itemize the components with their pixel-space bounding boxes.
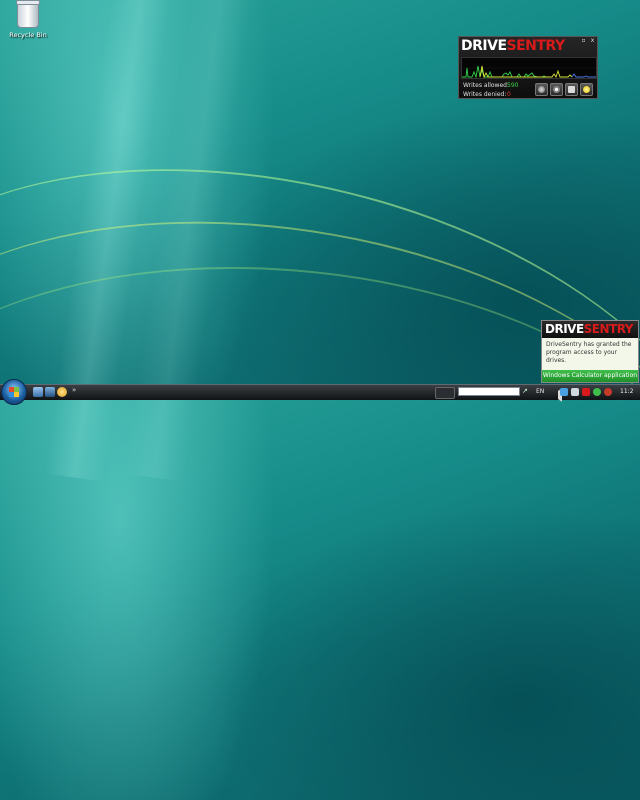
settings-gear-icon (553, 86, 560, 93)
writes-allowed-value: 590 (507, 82, 519, 89)
recycle-bin-icon (16, 0, 40, 28)
writes-denied-value: 0 (507, 91, 511, 98)
desktop-icon-label: Recycle Bin (9, 31, 47, 39)
notification-logo: DRIVESENTRY (545, 322, 634, 336)
quick-launch-overflow-button[interactable]: » (72, 386, 76, 394)
alert-icon[interactable] (604, 388, 612, 396)
switch-windows-icon[interactable] (45, 387, 55, 397)
ie-icon[interactable] (57, 387, 67, 397)
drivesentry-tray-icon[interactable] (582, 388, 590, 396)
drive-button[interactable] (565, 83, 578, 96)
drivesentry-notification[interactable]: DRIVESENTRY DriveSentry has granted the … (541, 320, 639, 391)
notification-header: DRIVESENTRY (542, 321, 638, 338)
notification-application[interactable]: Windows Calculator application file (542, 370, 638, 391)
gadget-close-button[interactable]: x (589, 37, 596, 44)
lightbulb-button[interactable] (580, 83, 593, 96)
writes-denied-row: Writes denied: 0 (463, 91, 511, 98)
desktop-icon-recycle-bin[interactable]: Recycle Bin (2, 0, 54, 39)
logo-text-drive: DRIVE (545, 322, 584, 336)
writes-allowed-label: Writes allowed: (463, 82, 509, 89)
writes-allowed-row: Writes allowed: 590 (463, 82, 518, 89)
monitor-icon (538, 86, 545, 93)
network-icon[interactable] (560, 388, 568, 396)
show-desktop-icon[interactable] (33, 387, 43, 397)
language-indicator[interactable]: EN (536, 388, 544, 395)
activity-graph (461, 57, 597, 79)
monitor-button[interactable] (535, 83, 548, 96)
taskbar: » ↗ EN 11:2 (0, 379, 640, 405)
writes-denied-label: Writes denied: (463, 91, 507, 98)
notification-message: DriveSentry has granted the program acce… (546, 341, 632, 364)
gadget-minimize-button[interactable]: ▫ (580, 37, 587, 44)
logo-text-sentry: SENTRY (583, 322, 634, 336)
logo-text-sentry: SENTRY (506, 38, 566, 54)
logo-text-drive: DRIVE (461, 38, 507, 54)
clock[interactable]: 11:2 (620, 388, 633, 395)
search-input[interactable] (458, 387, 520, 396)
drive-icon (568, 86, 575, 93)
search-go-icon[interactable]: ↗ (522, 387, 528, 395)
lightbulb-icon (583, 86, 590, 93)
windows-logo-icon (9, 387, 19, 397)
volume-icon[interactable] (571, 388, 579, 396)
taskbar-button[interactable] (435, 387, 455, 399)
settings-button[interactable] (550, 83, 563, 96)
start-button[interactable] (1, 379, 27, 405)
security-icon[interactable] (593, 388, 601, 396)
drivesentry-gadget[interactable]: DRIVESENTRY ▫ x Writes allowed: 590 Writ… (458, 36, 598, 99)
gadget-logo: DRIVESENTRY (461, 38, 565, 54)
